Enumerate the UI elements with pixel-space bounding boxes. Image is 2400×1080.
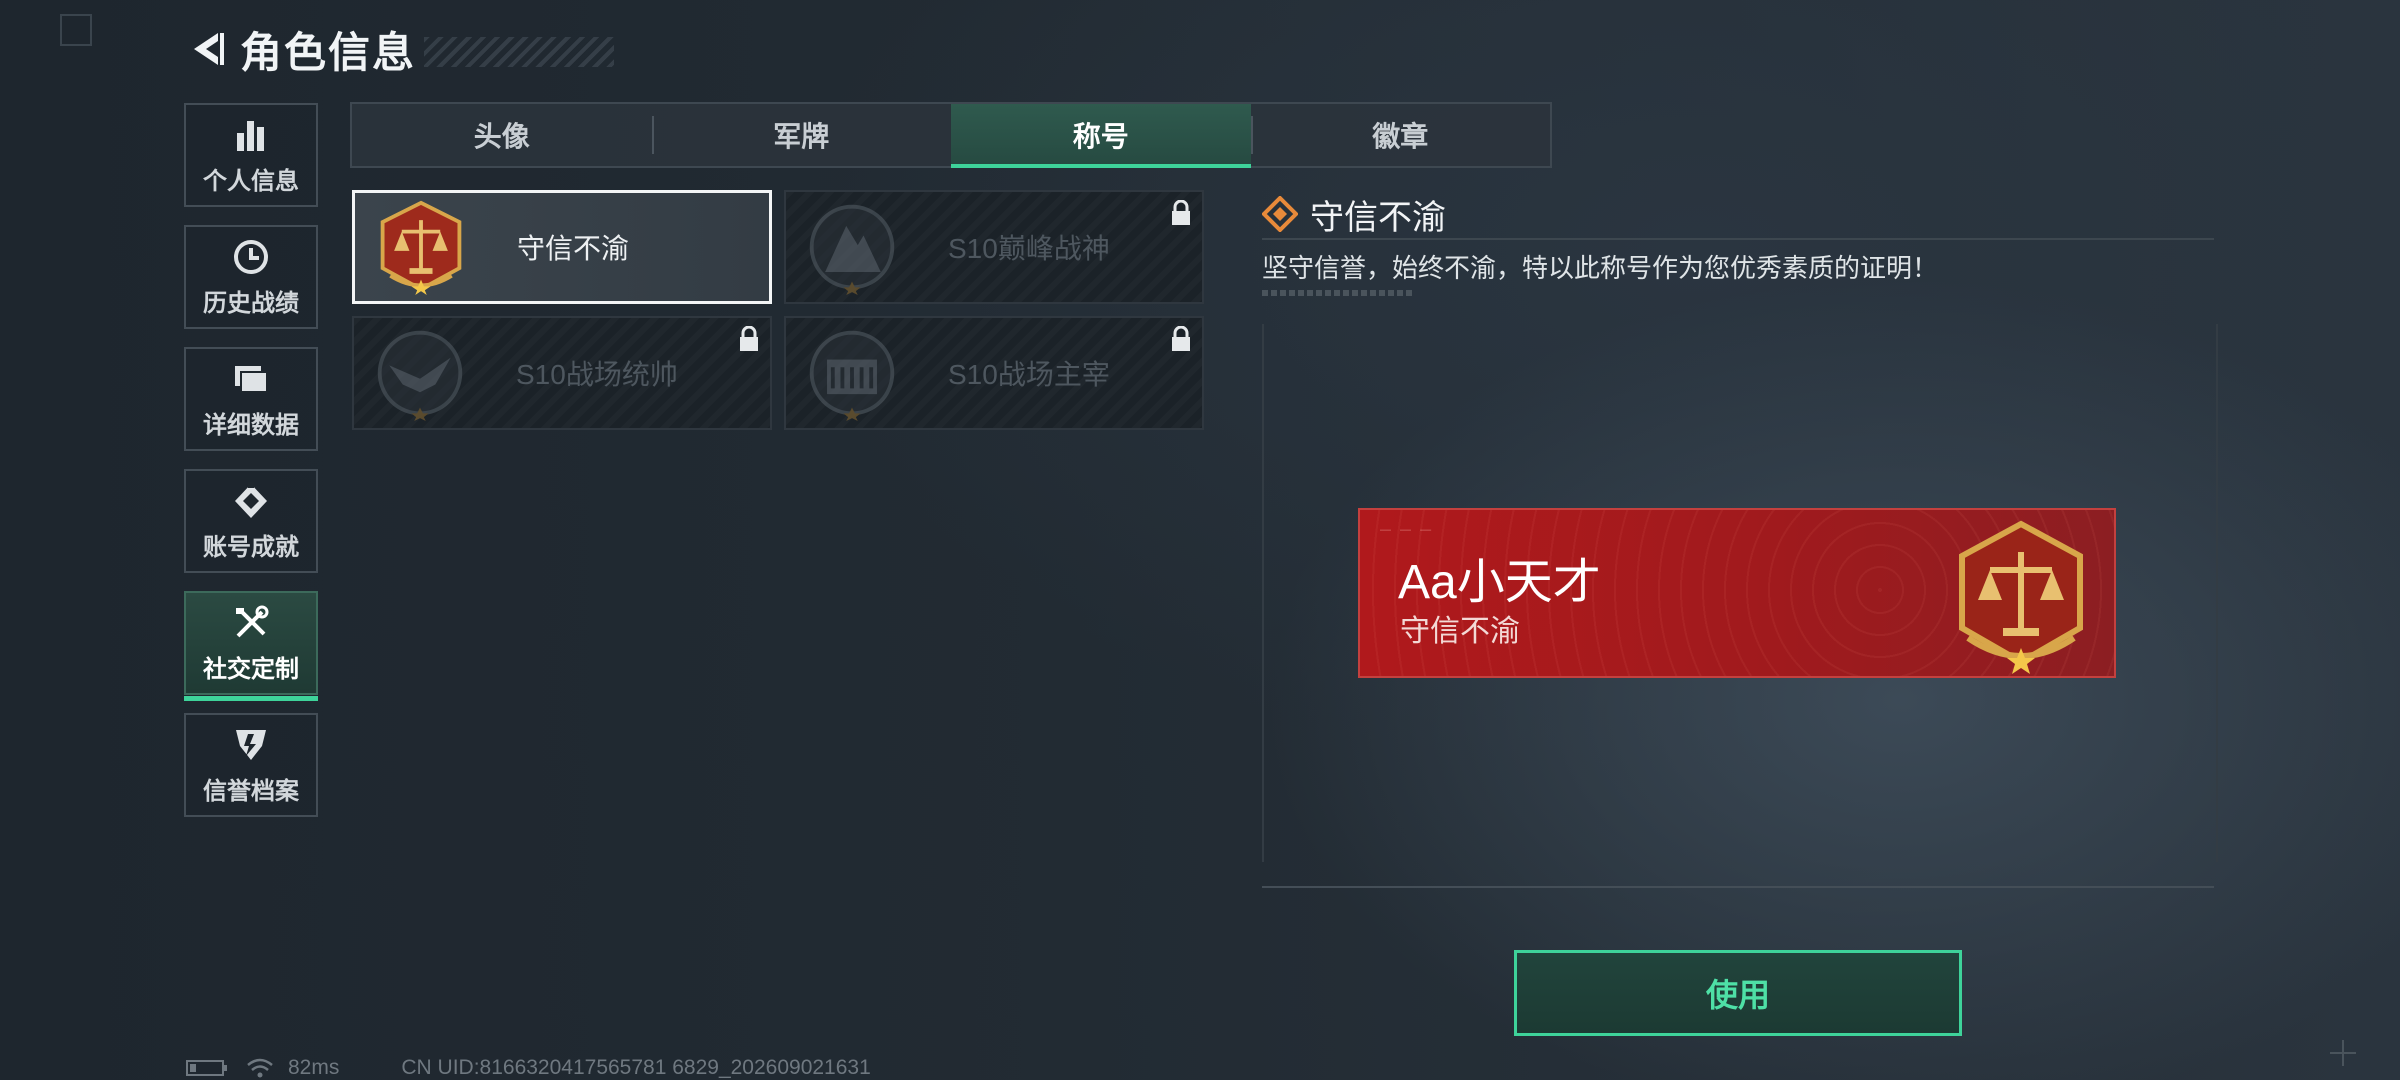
title-preview-banner: — — — Aa小天才 守信不渝 (1358, 508, 2116, 678)
sidebar-item-label: 社交定制 (203, 655, 299, 683)
diamond-icon (1262, 196, 1298, 232)
eagle-emblem-icon (377, 330, 463, 421)
detail-title-name: 守信不渝 (1310, 198, 1446, 237)
sidebar-item-achievements[interactable]: 账号成就 (184, 469, 318, 573)
banner-title: 守信不渝 (1400, 615, 1520, 648)
category-tabs: 头像 军牌 称号 徽章 (350, 102, 1552, 168)
title-card-trustworthy[interactable]: 守信不渝 (352, 190, 772, 304)
sidebar-item-label: 账号成就 (203, 533, 299, 561)
sidebar-item-personal-info[interactable]: 个人信息 (184, 103, 318, 207)
description-decoration (1262, 290, 1412, 296)
title-card-s10-peak-god[interactable]: S10巅峰战神 (784, 190, 1204, 304)
title-card-s10-commander[interactable]: S10战场统帅 (352, 316, 772, 430)
back-button[interactable] (186, 24, 226, 74)
folder-icon (231, 359, 271, 399)
tab-badge[interactable]: 徽章 (1250, 104, 1551, 166)
colosseum-emblem-icon (809, 330, 895, 421)
user-uid: CN UID:8166320417565781 6829_20260902163… (401, 1056, 871, 1079)
status-bar: 82ms CN UID:8166320417565781 6829_202609… (186, 1056, 871, 1080)
lock-icon (1172, 200, 1190, 225)
scales-emblem-icon (1959, 520, 2083, 674)
banner-player-name: Aa小天才 (1398, 556, 1601, 609)
corner-marker (60, 14, 92, 46)
title-card-label: S10战场主宰 (948, 359, 1110, 390)
lock-icon (740, 326, 758, 351)
shield-icon (231, 725, 271, 765)
clock-icon (231, 237, 271, 277)
sidebar-item-history[interactable]: 历史战绩 (184, 225, 318, 329)
sidebar-item-social-custom[interactable]: 社交定制 (184, 591, 318, 701)
wifi-icon (247, 1058, 273, 1078)
sidebar: 个人信息 历史战绩 详细数据 账号成就 社交定制 信誉档案 (184, 103, 322, 835)
tab-avatar[interactable]: 头像 (352, 104, 652, 166)
title-card-s10-dominator[interactable]: S10战场主宰 (784, 316, 1204, 430)
mountain-emblem-icon (809, 204, 895, 295)
sidebar-item-reputation[interactable]: 信誉档案 (184, 713, 318, 817)
sidebar-item-label: 个人信息 (203, 167, 299, 195)
preview-divider (1262, 886, 2214, 888)
achievement-icon (231, 481, 271, 521)
title-card-label: S10巅峰战神 (948, 233, 1110, 264)
title-card-label: S10战场统帅 (516, 359, 678, 390)
title-decoration (424, 37, 615, 67)
sidebar-item-label: 历史战绩 (203, 289, 299, 317)
sidebar-item-detailed-data[interactable]: 详细数据 (184, 347, 318, 451)
detail-description: 坚守信誉，始终不渝，特以此称号作为您优秀素质的证明！ (1262, 253, 1939, 283)
bar-chart-icon (231, 115, 271, 155)
crosshair-icon (2330, 1040, 2356, 1066)
tab-dog-tag[interactable]: 军牌 (651, 104, 952, 166)
tab-title[interactable]: 称号 (951, 104, 1251, 168)
title-card-label: 守信不渝 (517, 233, 630, 264)
banner-decoration-text: — — — (1380, 524, 1435, 536)
sidebar-item-label: 信誉档案 (203, 777, 299, 805)
scales-emblem-icon (380, 200, 462, 295)
lock-icon (1172, 326, 1190, 351)
detail-header: 守信不渝 (1262, 190, 2214, 240)
battery-icon (186, 1060, 227, 1076)
ping-value: 82ms (288, 1056, 340, 1079)
back-arrow-icon (194, 33, 224, 65)
tools-icon (231, 603, 271, 643)
sidebar-item-label: 详细数据 (203, 411, 299, 439)
use-button[interactable]: 使用 (1514, 950, 1962, 1036)
page-header: 角色信息 (186, 24, 615, 76)
page-title: 角色信息 (240, 28, 417, 76)
